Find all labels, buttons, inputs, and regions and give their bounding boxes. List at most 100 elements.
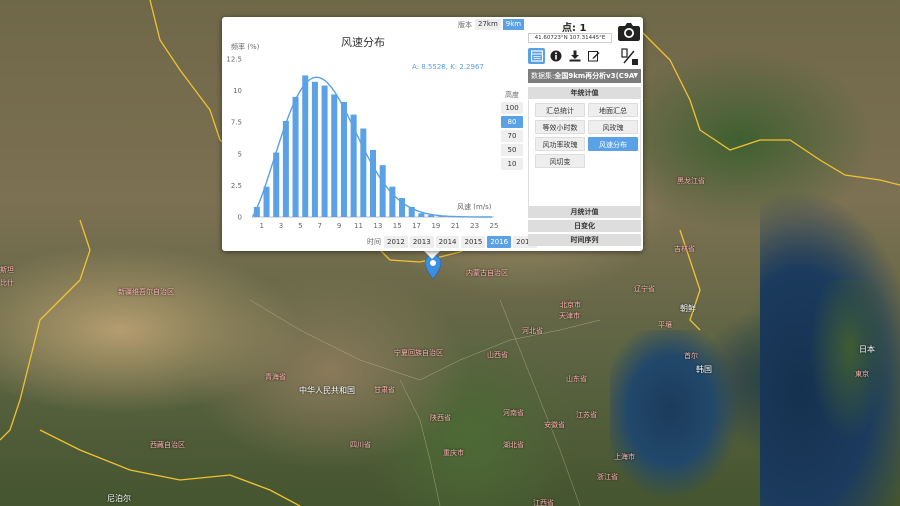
label-heilongjiang: 黑龙江省 <box>677 177 705 185</box>
tab-info[interactable] <box>547 48 564 64</box>
x-tick-label: 21 <box>451 222 460 230</box>
label-jiangxi: 江西省 <box>533 499 554 506</box>
label-beijing: 北京市 <box>560 301 581 309</box>
table-icon <box>530 50 543 62</box>
distribution-bar[interactable] <box>273 152 280 217</box>
function-button-6[interactable]: 风切变 <box>535 154 585 168</box>
label-jilin: 吉林省 <box>674 245 695 253</box>
section-daily[interactable]: 日变化 <box>528 220 641 232</box>
label-tokyo: 東京 <box>855 370 869 378</box>
tab-edit[interactable] <box>585 48 602 64</box>
year-option-2015[interactable]: 2015 <box>461 236 486 248</box>
x-tick-label: 15 <box>393 222 402 230</box>
label-seoul: 首尔 <box>684 352 698 360</box>
japan-land <box>740 280 900 450</box>
height-option-70[interactable]: 70 <box>501 130 523 142</box>
control-column: 版本 27km9km 点: 1 41.60723°N 107.31445°E <box>458 17 643 251</box>
label-anhui: 安徽省 <box>544 421 565 429</box>
function-button-4[interactable]: 风功率玫瑰 <box>535 137 585 151</box>
function-button-0[interactable]: 汇总统计 <box>535 103 585 117</box>
label-nepal: 尼泊尔 <box>107 494 131 503</box>
label-jiangsu: 江苏省 <box>576 411 597 419</box>
tab-table[interactable] <box>528 48 545 64</box>
label-tibet: 西藏自治区 <box>150 441 185 449</box>
height-option-50[interactable]: 50 <box>501 144 523 156</box>
label-hebei: 河北省 <box>522 327 543 335</box>
x-tick-label: 17 <box>412 222 421 230</box>
annual-functions: 汇总统计 地面汇总 等效小时数 风玫瑰 风功率玫瑰 风速分布 风切变 <box>528 100 641 206</box>
version-option-9km[interactable]: 9km <box>502 19 525 30</box>
function-button-3[interactable]: 风玫瑰 <box>588 120 638 134</box>
x-tick-label: 25 <box>490 222 499 230</box>
version-label: 版本 <box>458 20 472 29</box>
label-hubei: 湖北省 <box>503 441 524 449</box>
label-bishkek: 比什 <box>0 279 14 287</box>
distribution-bar[interactable] <box>263 186 270 217</box>
coordinates-readout[interactable]: 41.60723°N 107.31445°E <box>528 33 612 43</box>
height-option-100[interactable]: 100 <box>501 102 523 114</box>
x-tick-label: 19 <box>431 222 440 230</box>
label-china: 中华人民共和国 <box>299 386 355 395</box>
download-icon <box>569 50 580 62</box>
year-option-2016[interactable]: 2016 <box>487 236 512 248</box>
year-option-2012[interactable]: 2012 <box>384 236 408 248</box>
x-tick-label: 5 <box>298 222 302 230</box>
label-chongqing: 重庆市 <box>443 449 464 457</box>
info-icon <box>550 50 561 62</box>
label-shanxi: 山西省 <box>487 351 508 359</box>
label-hanguo: 韩国 <box>696 365 712 374</box>
caret-down-icon: ▼ <box>633 72 638 79</box>
dataset-label: 数据集: <box>531 72 555 80</box>
y-tick-label: 12.5 <box>226 56 242 64</box>
dataset-value: 全国9km再分析v3(C9A <box>554 72 635 80</box>
function-button-1[interactable]: 地面汇总 <box>588 103 638 117</box>
distribution-bar[interactable] <box>360 128 367 217</box>
distribution-bar[interactable] <box>418 213 425 217</box>
label-zhejiang: 浙江省 <box>597 473 618 481</box>
version-option-27km[interactable]: 27km <box>475 19 501 30</box>
x-tick-label: 23 <box>470 222 479 230</box>
label-sichuan: 四川省 <box>350 441 371 449</box>
label-gansu: 甘肃省 <box>374 386 395 394</box>
height-option-10[interactable]: 10 <box>501 158 523 170</box>
dataset-select[interactable]: 数据集:全国9km再分析v3(C9A ▼ <box>528 69 641 83</box>
label-xinjiang: 新疆维吾尔自治区 <box>118 288 174 296</box>
y-tick-label: 10 <box>233 87 242 95</box>
x-tick-label: 7 <box>318 222 322 230</box>
label-liaoning: 辽宁省 <box>634 285 655 293</box>
camera-icon[interactable] <box>617 20 641 42</box>
section-annual[interactable]: 年统计值 <box>528 87 641 99</box>
label-henan: 河南省 <box>503 409 524 417</box>
distribution-bar[interactable] <box>340 101 347 217</box>
x-tick-label: 3 <box>279 222 283 230</box>
function-button-5[interactable]: 风速分布 <box>588 137 638 151</box>
point-title: 点: 1 <box>562 23 587 34</box>
y-tick-label: 2.5 <box>231 182 242 190</box>
year-option-2013[interactable]: 2013 <box>409 236 434 248</box>
data-download-icon[interactable] <box>620 47 640 67</box>
section-monthly[interactable]: 月统计值 <box>528 206 641 218</box>
year-selector: 时间 2012 2013 2014 2015 2016 2017 <box>367 236 539 248</box>
distribution-bar[interactable] <box>302 75 309 217</box>
distribution-bar[interactable] <box>311 81 318 217</box>
height-list: 100 80 70 50 10 <box>501 102 523 170</box>
label-west: 斯坦 <box>0 266 14 274</box>
distribution-bar[interactable] <box>331 94 338 217</box>
distribution-bar[interactable] <box>282 120 289 217</box>
function-button-2[interactable]: 等效小时数 <box>535 120 585 134</box>
distribution-bar[interactable] <box>292 96 299 217</box>
tab-download[interactable] <box>566 48 583 64</box>
y-tick-label: 0 <box>238 214 242 222</box>
label-pyongyang: 平壤 <box>658 321 672 329</box>
year-option-2014[interactable]: 2014 <box>435 236 460 248</box>
y-tick-label: 7.5 <box>231 119 242 127</box>
height-option-80[interactable]: 80 <box>501 116 523 128</box>
distribution-bar[interactable] <box>321 85 328 217</box>
distribution-bar[interactable] <box>379 165 386 217</box>
label-tianjin: 天津市 <box>559 312 580 320</box>
year-label: 时间 <box>367 238 381 246</box>
section-timeseries[interactable]: 时间序列 <box>528 234 641 246</box>
x-tick-label: 1 <box>259 222 263 230</box>
distribution-bar[interactable] <box>369 150 377 217</box>
distribution-bar[interactable] <box>350 114 357 217</box>
